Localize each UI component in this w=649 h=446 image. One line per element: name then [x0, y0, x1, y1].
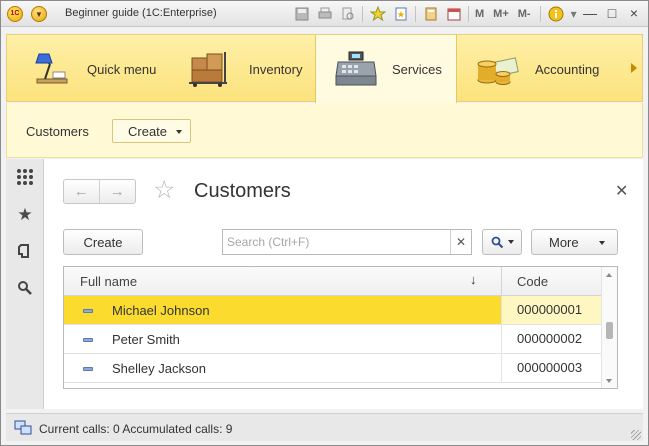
back-arrow-icon[interactable]: ← — [64, 180, 100, 203]
desk-lamp-icon — [35, 53, 68, 84]
function-menu-icon[interactable] — [15, 167, 35, 187]
column-header-code[interactable]: Code — [501, 267, 601, 296]
row-code: 000000003 — [501, 354, 601, 382]
calendar-icon[interactable] — [445, 5, 463, 23]
form-title: Customers — [194, 180, 291, 202]
restore-button[interactable]: □ — [602, 4, 622, 22]
create-dropdown-button[interactable]: Create — [112, 119, 191, 143]
left-toolbar: ★ — [6, 159, 44, 409]
clear-search-icon[interactable]: ✕ — [450, 230, 471, 254]
status-text: Current calls: 0 Accumulated calls: 9 — [39, 422, 233, 436]
table-row[interactable]: Shelley Jackson 000000003 — [64, 354, 601, 383]
vertical-scrollbar[interactable] — [601, 267, 617, 388]
calculator-icon[interactable] — [422, 5, 440, 23]
add-to-favorites-icon[interactable] — [369, 5, 387, 23]
window-title: Beginner guide (1C:Enterprise) — [65, 7, 217, 19]
section-inventory[interactable]: Inventory — [167, 35, 315, 103]
title-bar: 1C ▼ Beginner guide (1C:Enterprise) M M+… — [1, 1, 648, 27]
catalog-item-icon — [83, 367, 93, 371]
sort-arrow-icon[interactable]: ↓ — [470, 272, 477, 287]
row-full-name: Shelley Jackson — [112, 361, 206, 376]
save-icon[interactable] — [293, 5, 311, 23]
section-label: Quick menu — [87, 61, 157, 77]
info-dropdown-icon[interactable]: ▾ — [570, 5, 578, 23]
scroll-up-icon[interactable] — [606, 273, 612, 277]
search-icon[interactable] — [15, 278, 35, 298]
scroll-thumb[interactable] — [606, 322, 613, 339]
table-header: Full name ↓ Code — [64, 267, 601, 296]
section-accounting[interactable]: Accounting — [457, 35, 632, 103]
section-quick-menu[interactable]: Quick menu — [7, 35, 167, 103]
customers-table: Full name ↓ Code Michael Johnson 0000000… — [63, 266, 618, 389]
customers-form: ← → ☆ Customers ✕ Create Search (Ctrl+F)… — [44, 159, 643, 409]
row-code: 000000001 — [501, 296, 601, 324]
boxes-cart-icon — [189, 52, 227, 87]
toolbar-separator — [362, 6, 363, 22]
customers-link[interactable]: Customers — [26, 124, 89, 139]
search-input[interactable]: Search (Ctrl+F) — [222, 229, 472, 255]
scroll-down-icon[interactable] — [606, 379, 612, 383]
section-command-bar: Customers Create — [6, 103, 643, 158]
table-row[interactable]: Peter Smith 000000002 — [64, 325, 601, 354]
cash-register-icon — [335, 51, 377, 86]
calls-monitor-icon[interactable] — [14, 420, 32, 436]
row-code: 000000002 — [501, 325, 601, 353]
table-row[interactable]: Michael Johnson 000000001 — [64, 296, 601, 325]
column-header-full-name[interactable]: Full name — [80, 274, 137, 289]
sections-panel: Quick menu Inventory Services Accounting — [6, 34, 643, 103]
close-form-icon[interactable]: ✕ — [615, 181, 628, 201]
history-icon[interactable] — [15, 241, 35, 261]
memory-minus-button[interactable]: M- — [518, 8, 531, 20]
memory-plus-button[interactable]: M+ — [493, 8, 509, 20]
sections-scroll-right-icon[interactable] — [631, 63, 637, 73]
section-label: Inventory — [249, 61, 303, 77]
print-icon[interactable] — [316, 5, 334, 23]
title-toolbar: M M+ M- ▾ — [293, 5, 578, 23]
toolbar-separator — [415, 6, 416, 22]
section-label: Services — [392, 61, 442, 77]
coins-icon — [477, 57, 519, 85]
row-full-name: Michael Johnson — [112, 303, 210, 318]
magnifier-icon — [491, 236, 503, 248]
chevron-down-icon — [507, 240, 514, 244]
row-full-name: Peter Smith — [112, 332, 180, 347]
bookmark-icon[interactable] — [392, 5, 410, 23]
more-label: More — [549, 234, 579, 250]
navigation-buttons: ← → — [63, 179, 136, 204]
favorite-star-icon[interactable]: ☆ — [153, 176, 175, 204]
main-menu-button[interactable]: ▼ — [31, 6, 47, 22]
section-label: Accounting — [535, 61, 600, 77]
minimize-button[interactable]: — — [580, 4, 600, 22]
chevron-down-icon — [176, 130, 182, 134]
status-bar: Current calls: 0 Accumulated calls: 9 — [6, 413, 643, 441]
forward-arrow-icon[interactable]: → — [100, 180, 136, 203]
favorites-star-icon[interactable]: ★ — [15, 205, 35, 225]
resize-grip[interactable] — [631, 430, 641, 440]
create-button[interactable]: Create — [63, 229, 143, 255]
toolbar-separator — [468, 6, 469, 22]
close-window-button[interactable]: × — [624, 4, 644, 22]
print-preview-icon[interactable] — [339, 5, 357, 23]
catalog-item-icon — [83, 309, 93, 313]
app-window: 1C ▼ Beginner guide (1C:Enterprise) M M+… — [0, 0, 649, 446]
app-logo-icon: 1C — [7, 6, 23, 22]
info-icon[interactable] — [547, 5, 565, 23]
more-button[interactable]: More — [531, 229, 618, 255]
catalog-item-icon — [83, 338, 93, 342]
search-options-button[interactable] — [482, 229, 522, 255]
chevron-down-icon — [599, 241, 605, 245]
toolbar-separator — [539, 6, 541, 22]
memory-m-button[interactable]: M — [475, 8, 484, 20]
section-services[interactable]: Services — [315, 35, 457, 103]
create-dropdown-label: Create — [128, 123, 168, 139]
